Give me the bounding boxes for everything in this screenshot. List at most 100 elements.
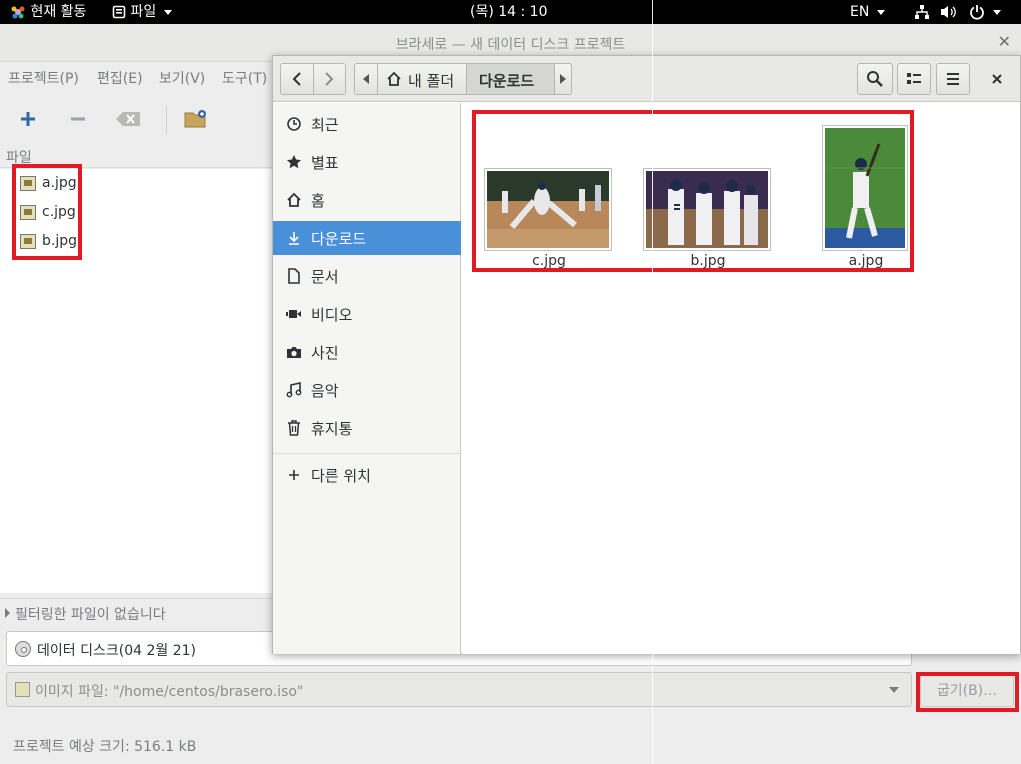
plus-icon [289, 470, 299, 480]
menu-edit[interactable]: 편집(E) [97, 68, 143, 88]
sidebar-item-home[interactable]: 홈 [273, 183, 461, 217]
sidebar-item-label: 다운로드 [311, 230, 367, 248]
dialog-headerbar: 내 폴더 다운로드 [273, 56, 1020, 102]
close-icon [992, 74, 1002, 84]
chevron-down-icon [993, 9, 1002, 15]
document-icon [288, 268, 300, 284]
path-scroll-right-button[interactable] [554, 63, 572, 95]
top-panel: 현재 활동 파일 (목) 14 : 10 EN [0, 0, 1021, 24]
window-close-button[interactable]: ✕ [998, 32, 1011, 51]
chevron-left-icon [292, 72, 301, 86]
app-menu-button[interactable]: 파일 [112, 0, 172, 24]
clear-project-button[interactable] [112, 104, 144, 134]
star-icon [287, 155, 301, 169]
baseball-pitcher-thumbnail [487, 171, 609, 248]
sidebar-item-music[interactable]: 음악 [273, 373, 461, 407]
sidebar-item-recent[interactable]: 최근 [273, 107, 461, 141]
arrow-right-icon [560, 74, 566, 84]
file-icon-view[interactable]: c.jpg b.jpg a.jpg [462, 103, 1020, 654]
new-folder-icon [184, 110, 206, 128]
chevron-down-icon [889, 687, 899, 693]
baseball-batter-thumbnail [825, 128, 905, 248]
file-chooser-dialog: 내 폴더 다운로드 최근 별표 홈 다운로드 문서 비디오 사진 음악 휴지통 … [272, 55, 1021, 654]
activities-label: 현재 활동 [30, 4, 87, 20]
image-file-label: 이미지 파일: "/home/centos/brasero.iso" [35, 684, 304, 700]
search-button[interactable] [857, 63, 893, 95]
path-home-button[interactable]: 내 폴더 [377, 63, 467, 95]
system-menu-button[interactable] [914, 0, 1002, 24]
file-manager-icon [112, 5, 126, 19]
project-file-name: b.jpg [42, 233, 77, 249]
baseball-players-thumbnail [646, 171, 768, 248]
filter-expander[interactable]: 필터링한 파일이 없습니다 [0, 598, 272, 628]
sidebar-item-label: 사진 [311, 344, 339, 362]
network-icon [915, 5, 929, 19]
sidebar-item-label: 휴지통 [311, 420, 353, 438]
file-item-label: c.jpg [532, 253, 566, 269]
trash-icon [288, 420, 300, 436]
image-thumbnail [643, 168, 771, 251]
language-label: EN [850, 4, 870, 20]
estimated-size-label: 프로젝트 예상 크기: 516.1 kB [13, 739, 197, 755]
chevron-down-icon [163, 9, 172, 15]
remove-files-button[interactable] [62, 104, 94, 134]
project-file-list[interactable]: a.jpg c.jpg b.jpg [0, 169, 272, 593]
sidebar-item-starred[interactable]: 별표 [273, 145, 461, 179]
minus-icon [71, 117, 85, 121]
power-icon [970, 5, 984, 20]
camera-icon [287, 347, 301, 358]
image-file-icon [20, 205, 36, 220]
expander-arrow-icon [5, 608, 10, 618]
image-file-icon [20, 234, 36, 249]
home-icon [387, 71, 401, 86]
sidebar-item-label: 최근 [311, 116, 339, 134]
file-item-label: a.jpg [848, 253, 884, 269]
sidebar-item-documents[interactable]: 문서 [273, 259, 461, 293]
sidebar-item-pictures[interactable]: 사진 [273, 335, 461, 369]
disc-name-label: 데이터 디스크(04 2월 21) [37, 643, 196, 659]
sidebar-item-label: 문서 [311, 268, 339, 286]
music-icon [286, 382, 302, 398]
chevron-right-icon [325, 72, 334, 86]
image-file-dropdown[interactable]: 이미지 파일: "/home/centos/brasero.iso" [6, 672, 912, 707]
path-downloads-label: 다운로드 [479, 72, 535, 90]
filter-text: 필터링한 파일이 없습니다 [15, 607, 166, 623]
activities-button[interactable]: 현재 활동 [10, 0, 86, 24]
clock-icon [287, 117, 301, 131]
image-thumbnail [822, 125, 908, 251]
window-title: 브라세로 — 새 데이터 디스크 프로젝트 [395, 37, 626, 53]
vertical-guide-line [652, 0, 653, 764]
menu-project[interactable]: 프로젝트(P) [8, 68, 79, 88]
forward-button[interactable] [313, 63, 346, 95]
view-toggle-button[interactable] [897, 63, 931, 95]
video-icon [286, 310, 301, 318]
clock[interactable]: (목) 14 : 10 [470, 0, 548, 24]
add-files-button[interactable] [12, 104, 44, 134]
back-button[interactable] [280, 63, 314, 95]
disc-icon [15, 641, 31, 657]
menu-view[interactable]: 보기(V) [159, 68, 205, 88]
search-icon [867, 71, 883, 87]
sidebar-item-label: 비디오 [311, 306, 353, 324]
options-menu-button[interactable] [936, 63, 970, 95]
sidebar-item-other-locations[interactable]: 다른 위치 [273, 458, 461, 492]
sidebar-item-trash[interactable]: 휴지통 [273, 411, 461, 445]
path-home-label: 내 폴더 [408, 72, 455, 90]
app-menu-label: 파일 [130, 4, 157, 20]
new-folder-button[interactable] [179, 104, 211, 134]
path-downloads-button[interactable]: 다운로드 [466, 63, 555, 95]
sidebar-item-videos[interactable]: 비디오 [273, 297, 461, 331]
volume-icon [941, 6, 957, 18]
image-thumbnail [484, 168, 612, 251]
places-sidebar: 최근 별표 홈 다운로드 문서 비디오 사진 음악 휴지통 다른 위치 [273, 103, 461, 654]
dialog-close-button[interactable] [986, 68, 1008, 90]
menu-tools[interactable]: 도구(T) [222, 68, 267, 88]
download-icon [289, 232, 299, 245]
path-scroll-left-button[interactable] [354, 63, 378, 95]
burn-button[interactable]: 굽기(B)… [920, 675, 1014, 707]
chevron-down-icon [876, 9, 885, 15]
project-file-name: a.jpg [42, 175, 77, 191]
files-column-header[interactable]: 파일 [0, 144, 272, 168]
sidebar-item-downloads[interactable]: 다운로드 [273, 221, 461, 255]
input-language-button[interactable]: EN [850, 0, 885, 24]
